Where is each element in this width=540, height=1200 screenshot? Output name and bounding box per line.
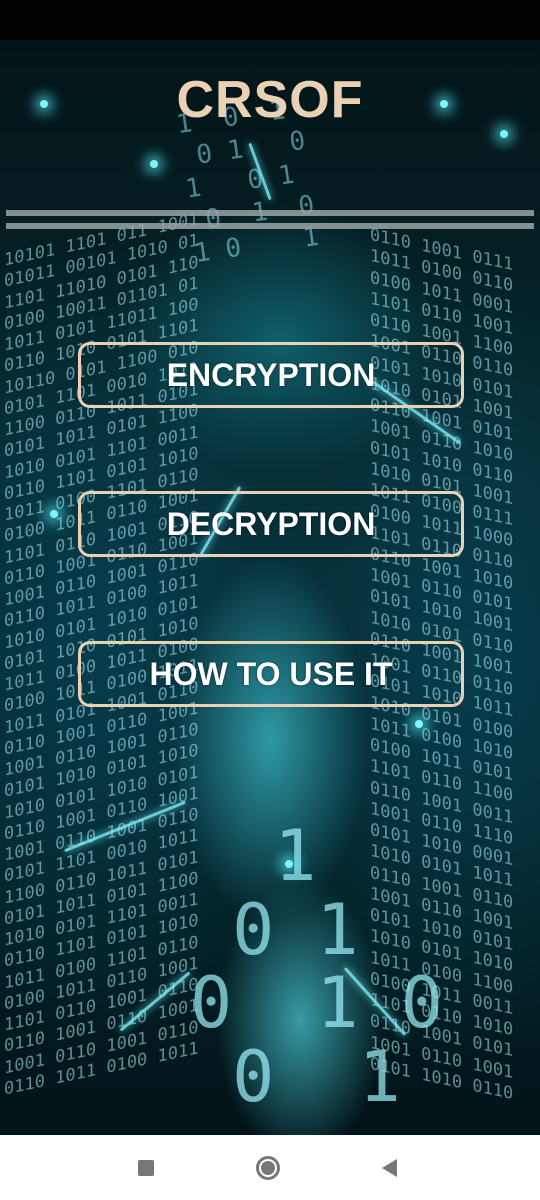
decryption-button[interactable]: DECRYPTION <box>78 491 464 557</box>
title-divider-bottom <box>6 223 534 229</box>
how-to-use-button[interactable]: HOW TO USE IT <box>78 641 464 707</box>
recent-apps-button[interactable] <box>106 1135 186 1200</box>
crack-line <box>119 971 191 1032</box>
glow-particle <box>285 860 293 868</box>
crack-line <box>248 142 272 201</box>
back-triangle-icon <box>381 1158 397 1177</box>
binary-background-image: 10101 1101 011 1001 01011 00101 1010 01 … <box>0 40 540 1135</box>
app-title: CRSOF <box>176 71 364 129</box>
title-divider-top <box>6 210 534 216</box>
encryption-button[interactable]: ENCRYPTION <box>78 342 464 408</box>
system-navigation-bar <box>0 1135 540 1200</box>
back-button[interactable] <box>349 1135 429 1200</box>
glow-particle <box>50 510 58 518</box>
glow-particle <box>415 720 423 728</box>
home-button[interactable] <box>228 1135 308 1200</box>
crack-line <box>64 800 186 853</box>
glow-particle <box>150 160 158 168</box>
square-icon <box>138 1159 154 1176</box>
glow-particle <box>500 130 508 138</box>
binary-big-digits: 1 0 1 0 1 0 0 1 <box>190 815 443 1118</box>
status-bar <box>0 0 540 40</box>
crack-line <box>343 967 407 1036</box>
home-circle-icon <box>256 1155 280 1180</box>
